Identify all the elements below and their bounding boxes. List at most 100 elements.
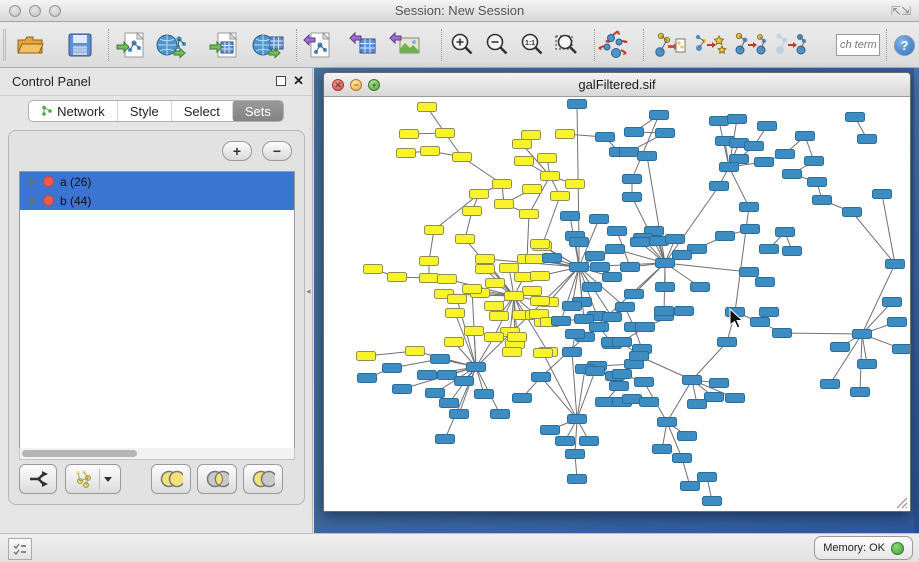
graph-node-blue[interactable] [613,370,632,379]
graph-node-yellow[interactable] [541,172,560,181]
graph-node-blue[interactable] [616,303,635,312]
graph-node-blue[interactable] [475,390,494,399]
graph-node-yellow[interactable] [421,147,440,156]
graph-node-blue[interactable] [783,247,802,256]
graph-node-blue[interactable] [656,283,675,292]
graph-node-blue[interactable] [625,128,644,137]
set-list-item[interactable]: a (26) [20,172,294,191]
graph-edge[interactable] [577,104,579,242]
graph-node-yellow[interactable] [495,200,514,209]
graph-node-blue[interactable] [813,196,832,205]
graph-node-blue[interactable] [726,394,745,403]
graph-node-blue[interactable] [655,307,674,316]
graph-node-blue[interactable] [620,148,639,157]
graph-node-blue[interactable] [638,152,657,161]
graph-node-blue[interactable] [858,360,877,369]
graph-node-blue[interactable] [418,371,437,380]
graph-node-blue[interactable] [621,263,640,272]
graph-node-blue[interactable] [606,245,625,254]
graph-node-blue[interactable] [640,398,659,407]
graph-node-blue[interactable] [623,175,642,184]
graph-edge[interactable] [577,369,585,419]
graph-node-blue[interactable] [563,302,582,311]
graph-node-blue[interactable] [681,482,700,491]
graph-node-yellow[interactable] [420,274,439,283]
task-history-button[interactable] [8,538,32,560]
graph-node-blue[interactable] [513,394,532,403]
graph-node-blue[interactable] [580,437,599,446]
minimize-window-button[interactable] [29,5,41,17]
graph-node-blue[interactable] [491,410,510,419]
graph-node-yellow[interactable] [500,264,519,273]
graph-node-blue[interactable] [760,308,779,317]
graph-node-blue[interactable] [821,380,840,389]
graph-node-blue[interactable] [586,252,605,261]
graph-node-blue[interactable] [858,135,877,144]
graph-node-yellow[interactable] [503,348,522,357]
graph-node-yellow[interactable] [523,185,542,194]
graph-node-blue[interactable] [755,158,774,167]
graph-node-blue[interactable] [831,343,850,352]
import-network-database-icon[interactable] [155,28,189,62]
graph-node-yellow[interactable] [485,333,504,342]
zoom-selected-icon[interactable] [551,28,585,62]
graph-edge[interactable] [729,167,749,207]
graph-node-yellow[interactable] [446,309,465,318]
graph-node-blue[interactable] [710,182,729,191]
graph-node-blue[interactable] [393,385,412,394]
graph-node-yellow[interactable] [486,279,505,288]
graph-node-yellow[interactable] [463,207,482,216]
graph-node-yellow[interactable] [406,347,425,356]
graph-node-blue[interactable] [893,345,911,354]
graph-node-blue[interactable] [666,235,685,244]
graph-node-blue[interactable] [568,415,587,424]
graph-node-blue[interactable] [853,330,872,339]
graph-node-yellow[interactable] [465,327,484,336]
graph-node-blue[interactable] [623,193,642,202]
graph-node-blue[interactable] [710,379,729,388]
graph-node-yellow[interactable] [515,157,534,166]
graph-node-yellow[interactable] [418,103,437,112]
network-view-window[interactable]: ✕ − + galFiltered.sif [323,72,911,512]
graph-node-blue[interactable] [886,260,905,269]
graph-node-blue[interactable] [591,263,610,272]
resize-grip[interactable] [894,495,908,509]
graph-node-blue[interactable] [656,129,675,138]
graph-node-blue[interactable] [703,497,722,506]
graph-node-yellow[interactable] [531,297,550,306]
graph-node-blue[interactable] [383,364,402,373]
graph-node-blue[interactable] [552,317,571,326]
graph-node-blue[interactable] [846,113,865,122]
venn-union-icon[interactable] [151,464,191,494]
graph-edge[interactable] [852,212,895,264]
search-input[interactable] [836,34,880,56]
graph-edge[interactable] [692,342,727,380]
graph-node-blue[interactable] [608,227,627,236]
graph-node-yellow[interactable] [493,180,512,189]
graph-node-yellow[interactable] [531,240,550,249]
apply-layout-icon[interactable] [596,28,630,62]
hide-selection-icon[interactable] [693,28,727,62]
graph-node-blue[interactable] [596,398,615,407]
graph-node-blue[interactable] [741,225,760,234]
graph-node-yellow[interactable] [490,312,509,321]
graph-node-blue[interactable] [455,377,474,386]
graph-node-blue[interactable] [698,473,717,482]
split-set-icon[interactable] [19,464,57,494]
graph-node-blue[interactable] [718,338,737,347]
sets-list[interactable]: a (26)b (44) [19,171,295,451]
set-list-item[interactable]: b (44) [20,191,294,210]
graph-node-blue[interactable] [691,283,710,292]
disclosure-triangle-icon[interactable] [30,178,36,186]
graph-edge[interactable] [830,334,862,384]
graph-node-yellow[interactable] [400,130,419,139]
graph-node-blue[interactable] [630,352,649,361]
graph-node-blue[interactable] [467,363,486,372]
graph-node-blue[interactable] [673,251,692,260]
graph-node-yellow[interactable] [556,130,575,139]
graph-edge[interactable] [575,419,577,454]
graph-node-blue[interactable] [566,330,585,339]
graph-node-blue[interactable] [678,432,697,441]
help-icon[interactable]: ? [894,35,915,56]
graph-node-yellow[interactable] [522,131,541,140]
